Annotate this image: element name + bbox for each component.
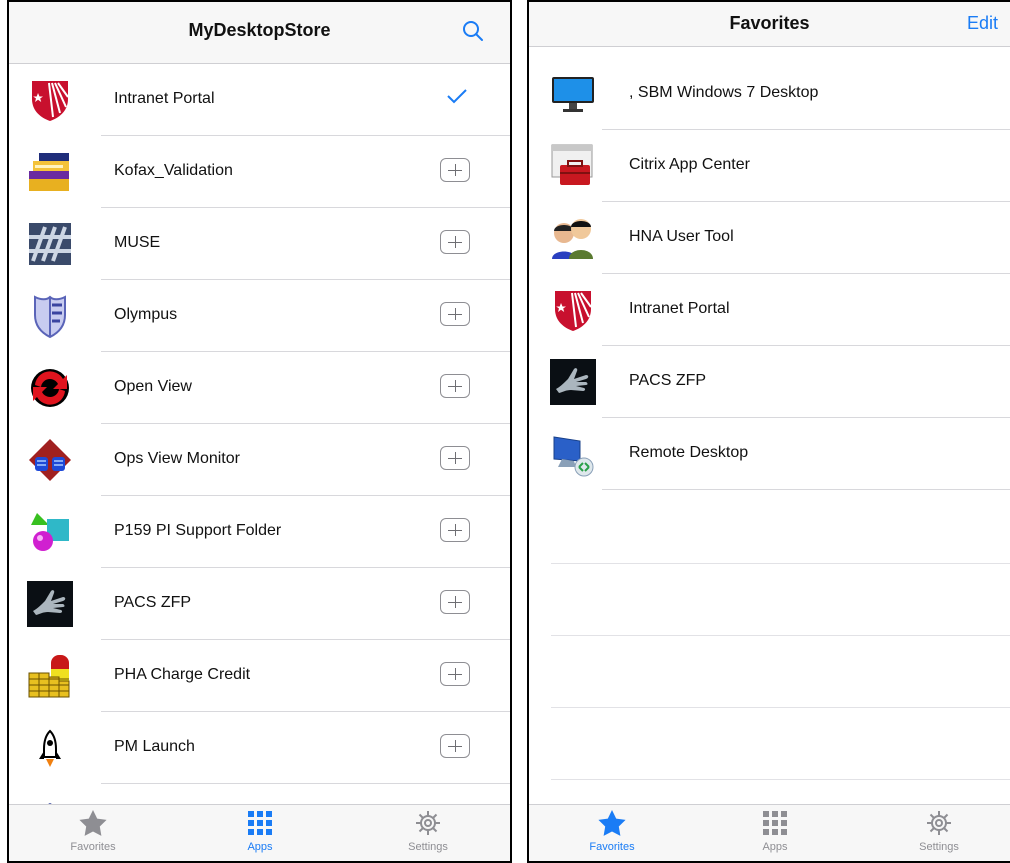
edit-button[interactable]: Edit [967, 13, 998, 34]
add-button[interactable] [440, 518, 470, 542]
monitor-face-icon [27, 437, 73, 483]
tab-label: Settings [408, 841, 448, 853]
folder-stack-icon [27, 149, 73, 195]
refresh-ring-icon [27, 365, 73, 411]
add-button[interactable] [440, 374, 470, 398]
list-item[interactable]: Remote Desktop [529, 418, 1010, 490]
xray-hand-icon [27, 581, 73, 627]
favorite-name: , SBM Windows 7 Desktop [629, 84, 819, 101]
favorite-name: Remote Desktop [629, 444, 749, 461]
add-button[interactable] [440, 446, 470, 470]
favorite-name: Intranet Portal [629, 300, 730, 317]
list-item[interactable]: PM Launch [9, 712, 510, 784]
tab-favorites[interactable]: Favorites [557, 809, 667, 853]
gear-icon [927, 811, 951, 835]
divider [551, 563, 1010, 564]
list-item[interactable]: , SBM Windows 7 Desktop [529, 58, 1010, 130]
add-button[interactable] [440, 158, 470, 182]
app-name: PHA Charge Credit [114, 666, 251, 683]
grid-icon [763, 811, 787, 835]
apps-screen: MyDesktopStore Intranet Portal Kofax_Val… [7, 0, 512, 863]
list-item[interactable]: MUSE [9, 208, 510, 280]
list-item[interactable]: PACS ZFP [9, 568, 510, 640]
tab-label: Apps [247, 841, 273, 853]
list-item[interactable]: PACS ZFP [529, 346, 1010, 418]
star-icon [598, 810, 626, 836]
stanford-shield-icon [27, 77, 73, 123]
divider [551, 779, 1010, 780]
checkmark-icon[interactable] [446, 88, 468, 104]
divider [551, 707, 1010, 708]
stanford-shield-icon [550, 287, 596, 333]
apps-navbar: MyDesktopStore [9, 2, 510, 64]
divider [551, 635, 1010, 636]
gear-icon [416, 811, 440, 835]
favorite-name: PACS ZFP [629, 372, 707, 389]
tab-label: Favorites [70, 841, 116, 853]
list-item[interactable]: Intranet Portal [529, 274, 1010, 346]
coins-lock-icon [27, 653, 73, 699]
page-title: Favorites [729, 13, 810, 33]
tab-favorites[interactable]: Favorites [38, 809, 148, 853]
app-name: PM Launch [114, 738, 195, 755]
list-item[interactable]: Olympus [9, 280, 510, 352]
list-item[interactable]: HNA User Tool [529, 202, 1010, 274]
add-button[interactable] [440, 662, 470, 686]
add-button[interactable] [440, 302, 470, 326]
list-item[interactable]: Citrix App Center [529, 130, 1010, 202]
tab-bar: Favorites Apps Settings [529, 804, 1010, 861]
favorite-name: Citrix App Center [629, 156, 750, 173]
remote-desktop-icon [550, 431, 596, 477]
tab-label: Favorites [589, 841, 635, 853]
tab-apps[interactable]: Apps [205, 809, 315, 853]
app-name: P159 PI Support Folder [114, 522, 282, 539]
favorite-name: HNA User Tool [629, 228, 734, 245]
tab-label: Apps [762, 841, 788, 853]
list-item[interactable]: P159 PI Support Folder [9, 496, 510, 568]
xray-hand-icon [550, 359, 596, 405]
list-item[interactable]: Intranet Portal [9, 64, 510, 136]
list-item[interactable]: Kofax_Validation [9, 136, 510, 208]
grid-icon [248, 811, 272, 835]
list-item[interactable]: Open View [9, 352, 510, 424]
favorites-navbar: Favorites Edit [529, 2, 1010, 47]
tab-settings[interactable]: Settings [884, 809, 994, 853]
app-name: Kofax_Validation [114, 162, 233, 179]
tab-apps[interactable]: Apps [720, 809, 830, 853]
rocket-icon [27, 725, 73, 771]
add-button[interactable] [440, 230, 470, 254]
app-name: Intranet Portal [114, 90, 215, 107]
add-button[interactable] [440, 734, 470, 758]
search-icon[interactable] [462, 20, 484, 47]
tab-settings[interactable]: Settings [373, 809, 483, 853]
list-item[interactable]: PHA Charge Credit [9, 640, 510, 712]
tab-label: Settings [919, 841, 959, 853]
favorites-screen: Favorites Edit , SBM Windows 7 Desktop C… [527, 0, 1010, 863]
tab-bar: Favorites Apps Settings [9, 804, 510, 861]
shapes-folder-icon [27, 509, 73, 555]
shield-icon [27, 293, 73, 339]
toolbox-window-icon [550, 143, 596, 189]
muse-logo-icon [27, 221, 73, 267]
app-name: MUSE [114, 234, 161, 251]
app-name: Olympus [114, 306, 178, 323]
page-title: MyDesktopStore [188, 20, 331, 40]
add-button[interactable] [440, 590, 470, 614]
desktop-monitor-icon [550, 71, 596, 117]
app-name: PACS ZFP [114, 594, 192, 611]
list-item[interactable]: Ops View Monitor [9, 424, 510, 496]
app-name: Open View [114, 378, 192, 395]
users-icon [550, 215, 596, 261]
star-icon [79, 810, 107, 836]
app-name: Ops View Monitor [114, 450, 240, 467]
